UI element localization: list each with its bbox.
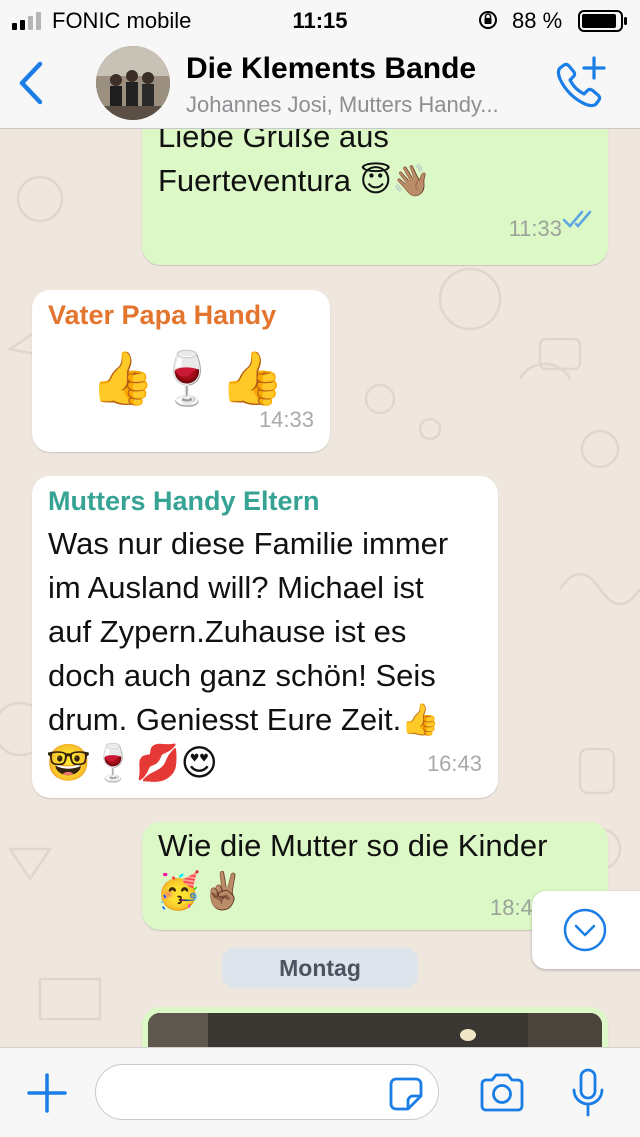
message-line: doch auch ganz schön! Seis: [48, 658, 436, 693]
message-emojis: 😇👋🏽: [359, 163, 431, 199]
message-bubble-image[interactable]: [142, 1007, 608, 1047]
message-text: Wie die Mutter so die Kinder: [158, 828, 548, 863]
message-text: Liebe Grüße aus Fuerteventura 😇👋🏽: [158, 129, 598, 203]
message-line: drum. Geniesst Eure Zeit.👍: [48, 702, 440, 737]
rotation-lock-icon: [479, 11, 497, 29]
chat-title[interactable]: Die Klements Bande: [186, 52, 476, 86]
message-emojis: 👍🍷👍: [90, 349, 285, 409]
message-time: 11:33: [508, 216, 562, 241]
message-bubble-incoming[interactable]: Mutters Handy Eltern Was nur diese Famil…: [32, 476, 498, 798]
battery-icon: [578, 10, 627, 32]
sender-name[interactable]: Mutters Handy Eltern: [48, 484, 320, 518]
group-avatar[interactable]: [96, 46, 170, 120]
message-time: 18:4: [490, 895, 533, 920]
message-line: Liebe Grüße aus: [158, 129, 389, 154]
double-check-icon: [562, 210, 592, 228]
sender-name[interactable]: Vater Papa Handy: [48, 298, 276, 332]
message-time: 16:43: [426, 751, 482, 776]
message-bubble-incoming[interactable]: Vater Papa Handy 👍🍷👍 14:33: [32, 290, 330, 452]
microphone-icon[interactable]: [570, 1068, 606, 1118]
scroll-to-bottom-button[interactable]: [532, 891, 640, 969]
chevron-left-icon[interactable]: [14, 58, 48, 108]
message-line: Fuerteventura: [158, 163, 351, 198]
plus-icon[interactable]: [26, 1072, 68, 1114]
camera-icon[interactable]: [478, 1072, 526, 1114]
message-image[interactable]: [148, 1013, 602, 1047]
message-time: 14:33: [258, 407, 314, 432]
sticker-icon[interactable]: [388, 1076, 424, 1112]
status-bar: FONIC mobile 11:15 88 %: [0, 0, 640, 40]
message-text: Was nur diese Familie immer im Ausland w…: [48, 522, 488, 742]
message-line: auf Zypern.Zuhause ist es: [48, 614, 407, 649]
chat-participants[interactable]: Johannes Josi, Mutters Handy...: [186, 92, 546, 118]
composer-bar: [0, 1047, 640, 1137]
message-list[interactable]: Liebe Grüße aus Fuerteventura 😇👋🏽 11:33 …: [0, 129, 640, 1047]
chevron-down-icon: [563, 908, 607, 952]
chat-header: Die Klements Bande Johannes Josi, Mutter…: [0, 40, 640, 129]
date-separator: Montag: [222, 948, 418, 988]
add-call-icon[interactable]: [550, 54, 610, 110]
message-emojis: 🤓🍷💋😍: [46, 743, 219, 784]
message-bubble-outgoing[interactable]: Liebe Grüße aus Fuerteventura 😇👋🏽 11:33: [142, 129, 608, 265]
message-line: Was nur diese Familie immer: [48, 526, 449, 561]
message-emojis: 🥳✌🏽: [156, 871, 246, 912]
battery-percent: 88 %: [512, 8, 563, 33]
message-line: im Ausland will? Michael ist: [48, 570, 424, 605]
